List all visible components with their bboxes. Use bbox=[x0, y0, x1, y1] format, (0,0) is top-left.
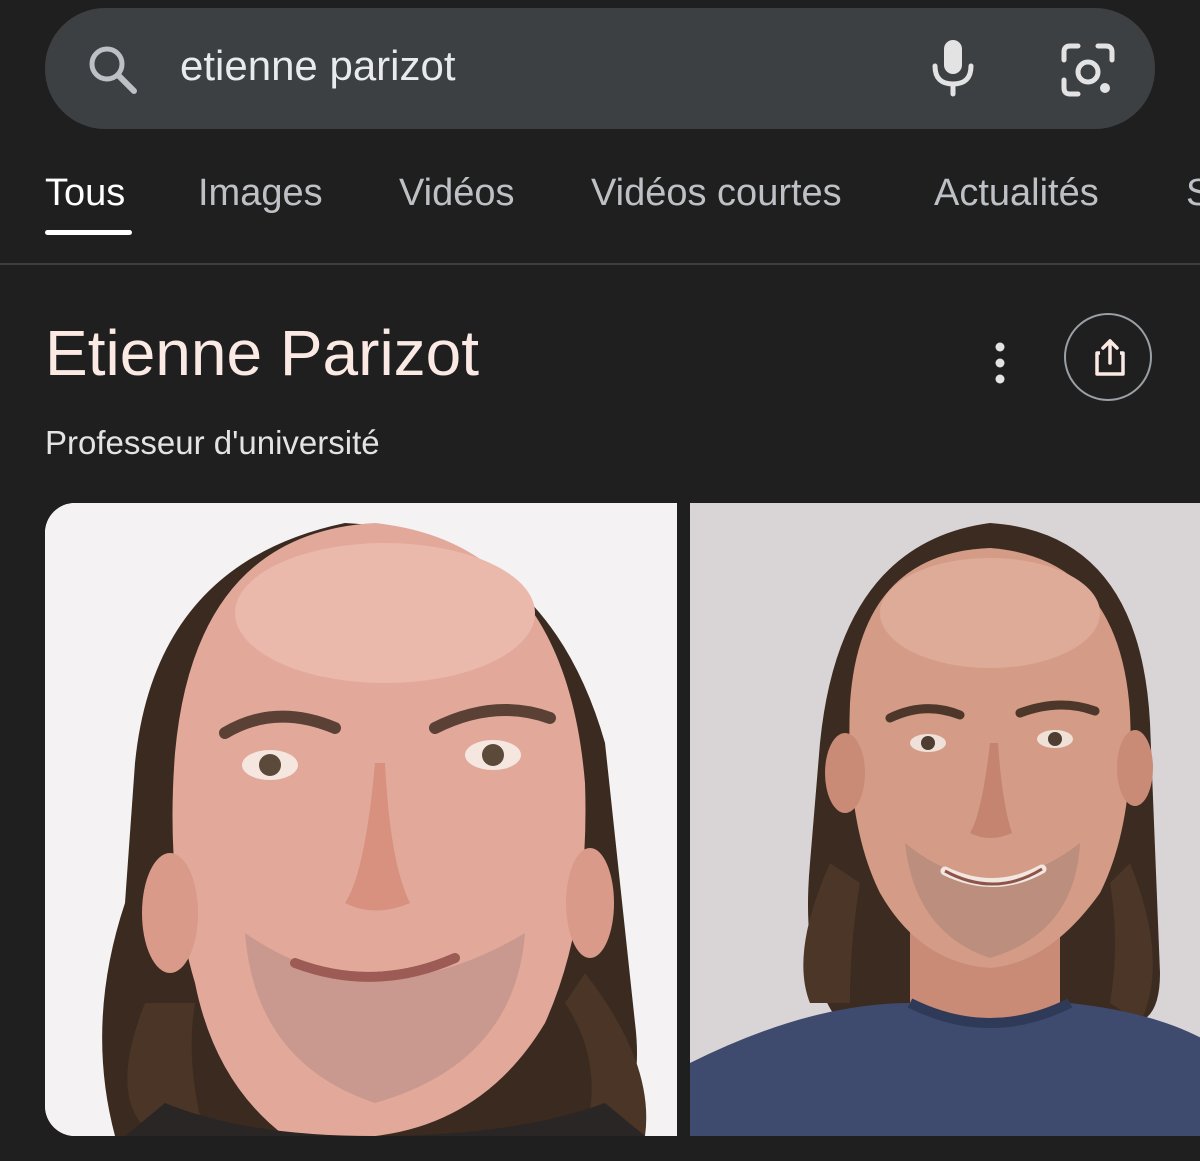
entity-description: Professeur d'université bbox=[45, 424, 380, 461]
search-input[interactable] bbox=[180, 36, 880, 96]
portrait-photo-1 bbox=[45, 503, 677, 1136]
search-tabs: Tous Images Vidéos Vidéos courtes Actual… bbox=[0, 150, 1200, 265]
share-icon bbox=[1095, 339, 1125, 376]
tab-partial[interactable]: S bbox=[1186, 172, 1200, 215]
share-button[interactable] bbox=[1064, 313, 1152, 401]
active-tab-indicator bbox=[45, 230, 132, 235]
image-result-1[interactable] bbox=[45, 503, 677, 1136]
tab-videos-courtes[interactable]: Vidéos courtes bbox=[591, 172, 842, 215]
tab-actualites[interactable]: Actualités bbox=[934, 172, 1099, 215]
google-lens-icon[interactable] bbox=[1058, 40, 1118, 100]
more-vert-icon[interactable] bbox=[982, 338, 1018, 388]
image-result-2[interactable] bbox=[690, 503, 1200, 1136]
search-results-page: Tous Images Vidéos Vidéos courtes Actual… bbox=[0, 0, 1200, 1161]
tab-images[interactable]: Images bbox=[198, 172, 323, 215]
page-title: Etienne Parizot bbox=[45, 317, 480, 389]
portrait-photo-2 bbox=[690, 503, 1200, 1136]
search-icon[interactable] bbox=[85, 42, 139, 96]
mic-icon[interactable] bbox=[925, 38, 981, 98]
tab-tous[interactable]: Tous bbox=[45, 172, 125, 215]
tab-videos[interactable]: Vidéos bbox=[399, 172, 515, 215]
